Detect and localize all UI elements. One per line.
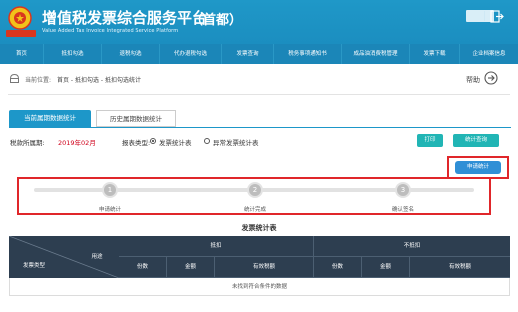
- tax-period-label: 税款所属期:: [10, 139, 45, 147]
- nav-item-agent-refund-check[interactable]: 代办退税勾选: [160, 44, 222, 64]
- breadcrumb: 首页 - 抵扣勾选 - 抵扣勾选统计: [57, 77, 141, 84]
- nav-item-deduction-check[interactable]: 抵扣勾选: [44, 44, 102, 64]
- col-non-deduct-valid-tax: 有效税额: [410, 257, 510, 278]
- app-header: 增值税发票综合服务平台 （首都） Value Added Tax Invoice…: [0, 0, 518, 44]
- help-link[interactable]: 帮助: [466, 75, 480, 85]
- table-empty-message: 未找到符合条件的数据: [9, 278, 510, 296]
- emblem-logo-text: [6, 30, 36, 37]
- step-1-label: 申请统计: [98, 207, 121, 213]
- print-button[interactable]: 打印: [417, 134, 443, 147]
- page: 增值税发票综合服务平台 （首都） Value Added Tax Invoice…: [0, 0, 518, 312]
- tab-underline: [9, 127, 511, 128]
- step-3-label: 确认签名: [391, 207, 414, 213]
- tax-emblem-icon: [8, 6, 32, 30]
- tab-history-period-stats[interactable]: 历史属期数据统计: [96, 110, 176, 127]
- location-icon: [10, 73, 19, 83]
- step-2-label: 统计完成: [243, 207, 266, 213]
- main-nav: 首页 抵扣勾选 退税勾选 代办退税勾选 发票查询 税务事项通知书 成品油消费税管…: [0, 44, 518, 64]
- header-divider: [484, 11, 485, 21]
- nav-item-invoice-query[interactable]: 发票查询: [222, 44, 274, 64]
- nav-item-tax-notice[interactable]: 税务事项通知书: [274, 44, 342, 64]
- apply-stats-button[interactable]: 申请统计: [455, 161, 501, 174]
- radio-abnormal-invoice-stats[interactable]: [204, 138, 210, 144]
- col-deduct-count: 份数: [119, 257, 167, 278]
- step-2-circle: 2: [247, 182, 263, 198]
- step-1-circle: 1: [102, 182, 118, 198]
- app-title: 增值税发票综合服务平台: [42, 9, 208, 27]
- arrow-right-circle-icon[interactable]: [484, 71, 498, 85]
- radio-abnormal-invoice-stats-label[interactable]: 异常发票统计表: [213, 137, 259, 147]
- col-deduct-amount: 金额: [167, 257, 215, 278]
- radio-invoice-stats-label[interactable]: 发票统计表: [159, 137, 192, 147]
- location-label: 当前位置:: [25, 77, 52, 84]
- col-purpose: 用途: [91, 254, 103, 260]
- tab-current-period-stats[interactable]: 当前属期数据统计: [9, 110, 91, 127]
- nav-item-home[interactable]: 首页: [0, 44, 44, 64]
- nav-item-refund-check[interactable]: 退税勾选: [102, 44, 160, 64]
- group-deduct: 抵扣: [119, 236, 314, 257]
- group-non-deduct: 不抵扣: [314, 236, 510, 257]
- col-non-deduct-count: 份数: [314, 257, 362, 278]
- col-deduct-valid-tax: 有效税额: [215, 257, 314, 278]
- table-title: 发票统计表: [241, 224, 277, 232]
- col-non-deduct-amount: 金额: [362, 257, 410, 278]
- app-region: （首都）: [190, 13, 243, 28]
- app-subtitle-en: Value Added Tax Invoice Integrated Servi…: [42, 28, 179, 34]
- nav-item-oil-tax[interactable]: 成品油消费税管理: [342, 44, 410, 64]
- nav-item-company-info[interactable]: 企业档案信息: [460, 44, 518, 64]
- tax-period-value: 2019年02月: [58, 139, 96, 147]
- step-3-circle: 3: [395, 182, 411, 198]
- location-divider: [8, 94, 510, 95]
- stats-query-button[interactable]: 统计查询: [453, 134, 499, 147]
- logout-icon[interactable]: [490, 10, 504, 23]
- radio-invoice-stats[interactable]: [150, 138, 156, 144]
- nav-item-invoice-download[interactable]: 发票下载: [410, 44, 460, 64]
- report-type-label: 报表类型:: [122, 139, 151, 147]
- col-invoice-type: 发票类型: [22, 263, 45, 269]
